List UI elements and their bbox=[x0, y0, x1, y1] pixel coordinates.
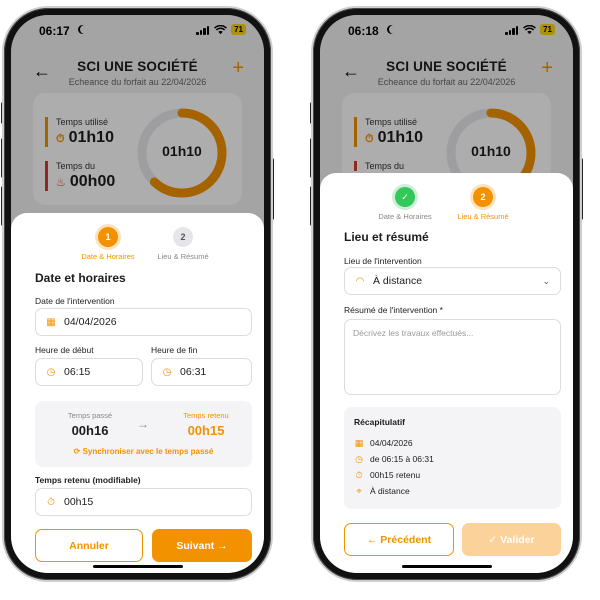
location-pin-icon: ⌖ bbox=[356, 485, 362, 496]
date-value: 04/04/2026 bbox=[64, 316, 117, 328]
kept-time-value: 00h15 bbox=[64, 496, 94, 508]
step-lieu-resume[interactable]: 2 Lieu & Résumé bbox=[138, 227, 228, 261]
step-1-indicator: ✓ bbox=[395, 187, 415, 207]
date-field[interactable]: ▦ 04/04/2026 bbox=[35, 308, 252, 336]
start-time-label: Heure de début bbox=[35, 345, 94, 355]
time-kept-label: Temps retenu bbox=[183, 411, 229, 420]
sync-icon: ⟳ bbox=[73, 447, 83, 456]
previous-button[interactable]: ← Précédent bbox=[344, 523, 454, 556]
clock-icon: ◷ bbox=[162, 366, 172, 378]
bottom-sheet: 1 Date & Horaires 2 Lieu & Résumé Date e… bbox=[11, 213, 264, 573]
kept-time-label: Temps retenu (modifiable) bbox=[35, 475, 141, 485]
sync-link[interactable]: ⟳ Synchroniser avec le temps passé bbox=[35, 447, 252, 456]
step-1-indicator: 1 bbox=[98, 227, 118, 247]
step-2-indicator: 2 bbox=[473, 187, 493, 207]
phone-right: 06:18 71 ← SCI UNE SOCIÉTÉ Echeance du f… bbox=[310, 8, 583, 580]
step-2-indicator: 2 bbox=[173, 227, 193, 247]
calendar-icon: ▦ bbox=[354, 437, 364, 448]
clock-icon: ◷ bbox=[355, 453, 363, 464]
place-value: À distance bbox=[373, 275, 423, 287]
step-2-label: Lieu & Résumé bbox=[157, 252, 209, 261]
chevron-down-icon: ⌄ bbox=[542, 275, 550, 286]
date-label: Date de l'intervention bbox=[35, 296, 115, 306]
validate-button[interactable]: ✓ Valider bbox=[462, 523, 561, 556]
phone-left: 06:17 71 ← SCI UNE SOCIÉTÉ Echeance du f… bbox=[1, 8, 274, 580]
recap-range: ◷ de 06:15 à 06:31 bbox=[355, 453, 434, 465]
place-label: Lieu de l'intervention bbox=[344, 256, 422, 266]
home-indicator bbox=[92, 565, 183, 568]
section-title: Lieu et résumé bbox=[344, 230, 429, 244]
time-kept-value: 00h15 bbox=[187, 423, 225, 438]
recap-title: Récapitulatif bbox=[354, 417, 406, 427]
end-time-field[interactable]: ◷ 06:31 bbox=[151, 358, 252, 386]
stepper: ✓ Date & Horaires 2 Lieu & Résumé bbox=[320, 187, 573, 227]
start-time-field[interactable]: ◷ 06:15 bbox=[35, 358, 143, 386]
summary-textarea[interactable]: Décrivez les travaux effectués... bbox=[344, 319, 561, 395]
step-date-horaires[interactable]: ✓ Date & Horaires bbox=[360, 187, 450, 221]
arrow-right-icon: → bbox=[137, 417, 149, 431]
summary-label: Résumé de l'intervention * bbox=[344, 305, 443, 315]
time-passed-value: 00h16 bbox=[71, 423, 109, 438]
recap-kept: ⏱ 00h15 retenu bbox=[355, 469, 421, 481]
start-time-value: 06:15 bbox=[64, 366, 91, 378]
screen: 06:17 71 ← SCI UNE SOCIÉTÉ Echeance du f… bbox=[11, 15, 264, 573]
cancel-button[interactable]: Annuler bbox=[35, 529, 143, 562]
end-time-value: 06:31 bbox=[180, 366, 207, 378]
stepper: 1 Date & Horaires 2 Lieu & Résumé bbox=[11, 227, 264, 267]
step-1-label: Date & Horaires bbox=[378, 212, 432, 221]
time-sync-panel: Temps passé 00h16 → Temps retenu 00h15 ⟳… bbox=[35, 401, 252, 467]
screen: 06:18 71 ← SCI UNE SOCIÉTÉ Echeance du f… bbox=[320, 15, 573, 573]
recap-place: ⌖ À distance bbox=[354, 483, 551, 499]
wifi-icon: ◠ bbox=[355, 275, 365, 287]
step-2-label: Lieu & Résumé bbox=[457, 212, 509, 221]
recap-panel: Récapitulatif ▦ 04/04/2026 ◷ de 06:15 à 06… bbox=[344, 407, 561, 509]
section-title: Date et horaires bbox=[35, 271, 126, 285]
kept-time-field[interactable]: ⏱ 00h15 bbox=[35, 488, 252, 516]
stopwatch-icon: ⏱ bbox=[355, 469, 363, 480]
clock-icon: ◷ bbox=[46, 366, 56, 378]
recap-date: ▦ 04/04/2026 bbox=[354, 437, 413, 449]
time-passed-label: Temps passé bbox=[67, 411, 113, 420]
next-button[interactable]: Suivant → bbox=[152, 529, 252, 562]
home-indicator bbox=[401, 565, 492, 568]
stopwatch-icon: ⏱ bbox=[47, 496, 55, 508]
bottom-sheet: ✓ Date & Horaires 2 Lieu & Résumé Lieu e… bbox=[320, 173, 573, 573]
step-lieu-resume[interactable]: 2 Lieu & Résumé bbox=[438, 187, 528, 221]
calendar-icon: ▦ bbox=[46, 316, 56, 328]
place-select[interactable]: ◠ À distance ⌄ bbox=[344, 267, 561, 295]
end-time-label: Heure de fin bbox=[151, 345, 198, 355]
